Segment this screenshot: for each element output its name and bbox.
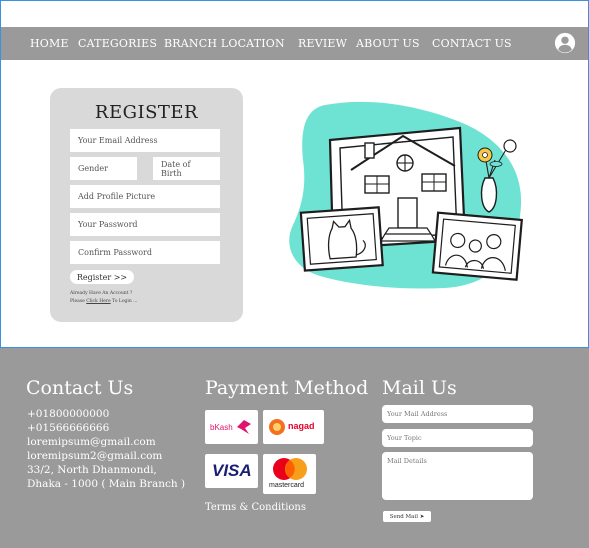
nav-about-us[interactable]: ABOUT US — [356, 37, 420, 50]
mail-topic-input[interactable]: Your Topic — [382, 429, 533, 447]
nav-home[interactable]: HOME — [30, 37, 69, 50]
cat-picture-frame — [299, 206, 384, 272]
bkash-logo[interactable]: bKash — [205, 410, 258, 444]
contact-us-title: Contact Us — [26, 377, 134, 399]
mastercard-label: mastercard — [269, 482, 305, 489]
family-person-2 — [468, 239, 482, 253]
register-title: REGISTER — [94, 102, 199, 123]
date-of-birth-field[interactable]: Date of Birth — [153, 157, 220, 180]
login-note-tail: To Login ... — [110, 299, 138, 304]
login-note-line2: Please Click Here To Login ... — [70, 299, 137, 304]
mail-details-textarea[interactable]: Mail Details — [382, 452, 533, 500]
family-picture-frame — [431, 211, 523, 281]
contact-phone-2: +01566666666 — [27, 422, 110, 434]
register-panel: REGISTER Your Email Address Gender Date … — [50, 88, 243, 322]
contact-email-1: loremipsum@gmail.com — [27, 436, 156, 448]
nagad-label: nagad — [288, 421, 315, 431]
nav-review[interactable]: REVIEW — [298, 37, 347, 50]
confirm-password-field[interactable]: Confirm Password — [70, 241, 220, 264]
chimney — [364, 142, 375, 159]
house-door — [397, 197, 418, 229]
profile-picture-field[interactable]: Add Profile Picture — [70, 185, 220, 208]
bkash-label: bKash — [210, 423, 233, 432]
navbar: HOME CATEGORIES BRANCH LOCATION REVIEW A… — [1, 27, 588, 60]
contact-address-2: Dhaka - 1000 ( Main Branch ) — [27, 478, 186, 490]
house-steps — [379, 227, 437, 242]
nav-categories[interactable]: CATEGORIES — [78, 37, 157, 50]
white-flower — [503, 139, 517, 153]
login-note-line1: Already Have An Account ? — [70, 291, 133, 296]
user-profile-icon[interactable] — [554, 32, 576, 54]
family-person-1 — [450, 232, 466, 249]
mastercard-circles-icon — [273, 458, 307, 480]
nagad-emblem-icon — [269, 419, 285, 435]
nav-branch-location[interactable]: BRANCH LOCATION — [164, 37, 285, 50]
send-mail-button[interactable]: Send Mail ➤ — [383, 511, 431, 522]
home-illustration — [289, 101, 523, 289]
contact-phone-1: +01800000000 — [27, 408, 110, 420]
payment-method-title: Payment Method — [205, 377, 369, 399]
bkash-bird-icon — [237, 420, 251, 434]
footer: Contact Us +01800000000 +01566666666 lor… — [0, 348, 589, 548]
visa-logo[interactable]: VISA — [205, 454, 258, 488]
visa-label: VISA — [212, 461, 252, 480]
password-field[interactable]: Your Password — [70, 213, 220, 236]
terms-conditions-link[interactable]: Terms & Conditions — [205, 502, 306, 513]
contact-address-1: 33/2, North Dhanmondi, — [27, 464, 157, 476]
mastercard-logo[interactable]: mastercard — [263, 454, 316, 494]
register-button[interactable]: Register >> — [70, 270, 134, 284]
flower-vase — [480, 177, 498, 213]
mail-us-title: Mail Us — [382, 377, 457, 399]
login-note-please: Please — [70, 299, 87, 304]
contact-email-2: loremipsum2@gmail.com — [27, 450, 163, 462]
mail-address-input[interactable]: Your Mail Address — [382, 405, 533, 423]
family-person-3 — [486, 234, 502, 250]
gender-field[interactable]: Gender — [70, 157, 137, 180]
nagad-logo[interactable]: nagad — [263, 410, 324, 444]
login-link[interactable]: Click Here — [86, 299, 110, 304]
email-field[interactable]: Your Email Address — [70, 129, 220, 152]
nav-contact-us[interactable]: CONTACT US — [432, 37, 512, 50]
